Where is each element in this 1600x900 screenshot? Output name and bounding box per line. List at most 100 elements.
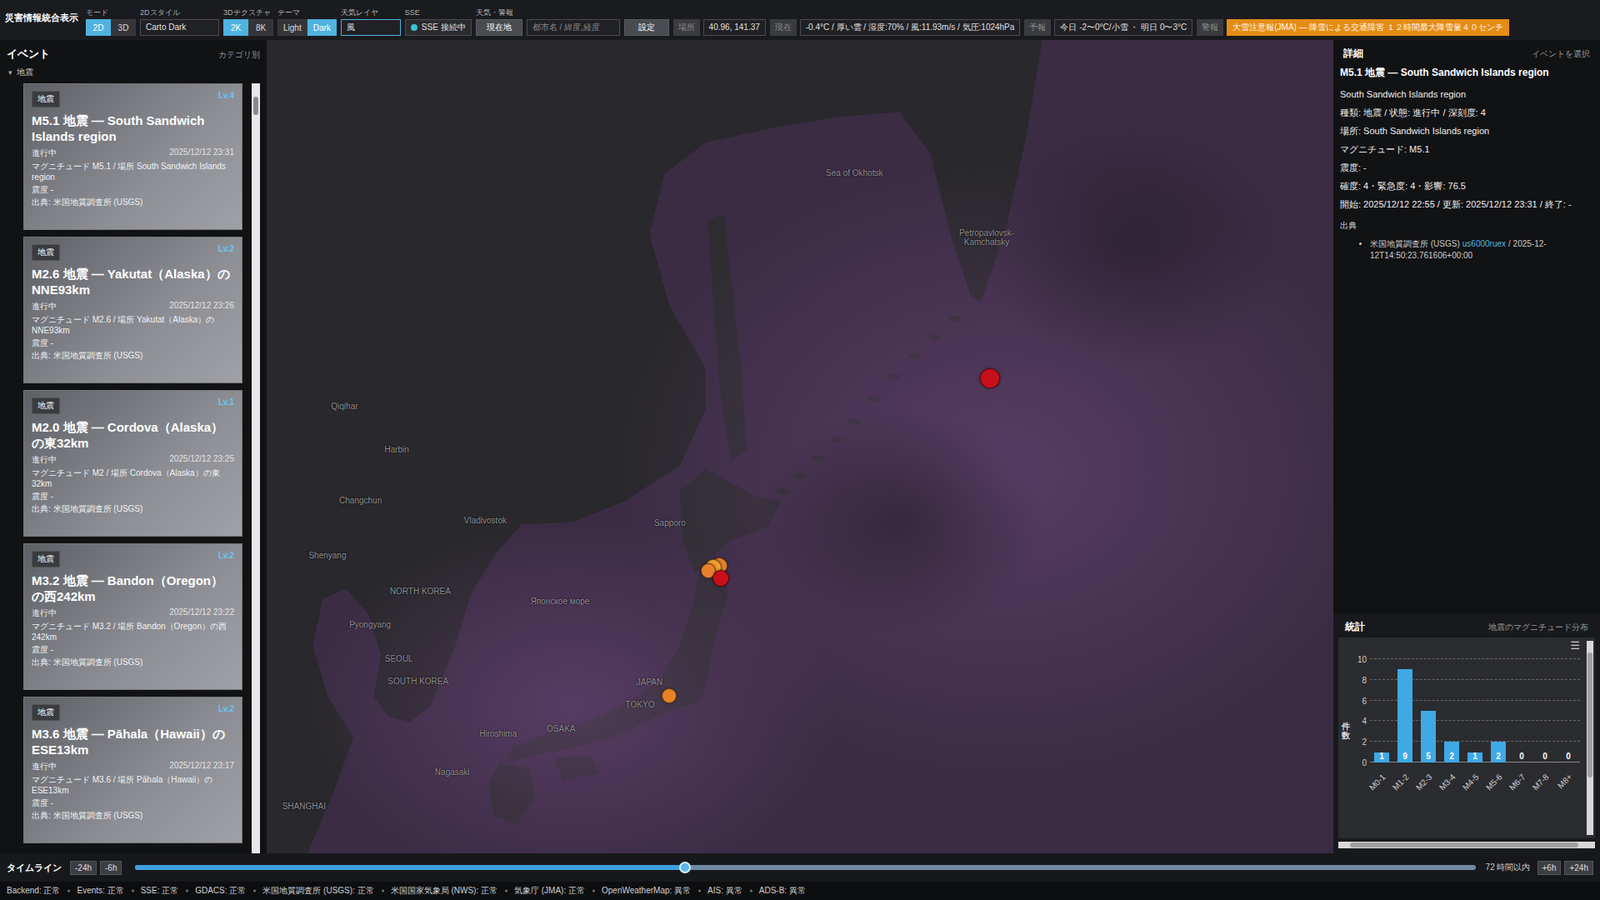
source-item: 米国地質調査所 (USGS)us6000ruex/ 2025-12-12T14:… — [1370, 238, 1597, 262]
bar-value: 0 — [1542, 751, 1548, 761]
field-value: -0.4°C / 厚い雲 / 湿度:70% / 風:11.93m/s / 気圧:… — [800, 19, 1021, 36]
event-panel-title: イベント — [6, 46, 50, 62]
status-bar: Backend: 正常Events: 正常SSE: 正常GDACS: 正常米国地… — [0, 881, 1600, 900]
event-source: 出典: 米国地質調査所 (USGS) — [31, 656, 235, 668]
level-badge: Lv.2 — [218, 704, 235, 714]
map-place-label: Petropavlovsk-Kamchatsky — [949, 228, 1025, 247]
source-name: 米国地質調査所 (USGS) — [1370, 239, 1460, 249]
weather-field: 場所40.96, 141.37 — [673, 19, 766, 36]
scroll-thumb[interactable] — [1587, 652, 1593, 778]
y-tick: 10 — [1357, 655, 1367, 665]
level-badge: Lv.2 — [218, 244, 235, 254]
field-value: 大雪注意報(JMA) — 降雪による交通障害 １２時間最大降雪量４０センチ — [1226, 19, 1510, 36]
map-place-label: SEOUL — [385, 653, 414, 663]
event-card[interactable]: 地震Lv.4M5.1 地震 — South Sandwich Islands r… — [23, 83, 243, 230]
grouping-label[interactable]: カテゴリ別 — [218, 49, 260, 61]
city-search-input[interactable]: 都市名 / 緯度,経度 — [526, 19, 620, 36]
bar-series: 195212000 — [1370, 659, 1580, 763]
event-card[interactable]: 地震Lv.2M2.6 地震 — Yakutat（Alaska）のNNE93km進… — [23, 236, 243, 384]
bar[interactable]: 1 — [1467, 752, 1482, 763]
plot-column: 195212000M0-1M1-2M2-3M3-4M4-5M5-6M6-7M7-… — [1370, 655, 1580, 839]
field-value: 40.96, 141.37 — [703, 19, 766, 36]
x-tick: M3-4 — [1440, 762, 1464, 796]
event-card[interactable]: 地震Lv.2M3.6 地震 — Pāhala（Hawaii）のESE13km進行… — [23, 696, 243, 844]
slider-fill — [135, 865, 685, 870]
slider-thumb[interactable] — [679, 861, 691, 874]
timeline-back-button[interactable]: -24h — [70, 860, 97, 875]
bar-value: 5 — [1420, 751, 1435, 761]
weather-field: 予報今日 -2〜0°C/小雪 ・ 明日 0〜3°C — [1024, 19, 1193, 36]
chart-container: ☰件数0246810195212000M0-1M1-2M2-3M3-4M4-5M… — [1338, 637, 1595, 839]
toggle-option[interactable]: Light — [277, 19, 308, 36]
locate-button[interactable]: 現在地 — [475, 19, 523, 36]
toggle-option[interactable]: 8K — [248, 19, 274, 36]
bar-slot: 2 — [1486, 659, 1510, 763]
toggle-option[interactable]: 2K — [223, 19, 249, 36]
bar-slot: 0 — [1510, 659, 1534, 763]
event-intensity: 震度 - — [31, 644, 235, 655]
scroll-thumb[interactable] — [253, 96, 259, 115]
bar[interactable]: 9 — [1397, 669, 1412, 763]
map-place-label: Qiqihar — [330, 401, 358, 411]
sse-text: SSE 接続中 — [421, 20, 466, 35]
map-view[interactable]: Sea of OkhotskPetropavlovsk-KamchatskyQi… — [266, 40, 1334, 854]
style-select[interactable]: Carto Dark — [140, 19, 220, 36]
event-status: 進行中 — [31, 300, 57, 313]
timeline-back-button[interactable]: -6h — [100, 860, 122, 875]
category-toggle[interactable]: ▾地震 — [0, 65, 267, 84]
event-card[interactable]: 地震Lv.1M2.0 地震 — Cordova（Alaska）の東32km進行中… — [23, 390, 243, 537]
top-bar: 災害情報統合表示モード2D3D2DスタイルCarto Dark3Dテクスチャ2K… — [0, 0, 1600, 40]
timeline-forward-button[interactable]: +24h — [1564, 860, 1594, 875]
toggle-group: LightDark — [277, 19, 337, 36]
quake-marker[interactable] — [712, 570, 730, 587]
quake-marker[interactable] — [661, 688, 677, 704]
toggle-option[interactable]: 3D — [110, 19, 136, 36]
chart-scrollbar[interactable] — [1586, 640, 1594, 835]
event-title: M2.6 地震 — Yakutat（Alaska）のNNE93km — [31, 265, 235, 298]
timeline-forward-button[interactable]: +6h — [1537, 860, 1562, 875]
status-item: Backend: 正常 — [6, 885, 60, 897]
bar[interactable]: 2 — [1490, 741, 1505, 763]
event-source: 出典: 米国地質調査所 (USGS) — [31, 350, 235, 361]
field-label: 現在 — [770, 19, 797, 36]
bar-value: 1 — [1467, 751, 1482, 761]
bar-value: 9 — [1397, 751, 1412, 761]
chart-menu-icon[interactable]: ☰ — [1570, 639, 1580, 652]
weather-label: 天気・警報 — [475, 8, 523, 18]
card-header: 地震Lv.1 — [31, 397, 235, 415]
bar[interactable]: 2 — [1444, 741, 1459, 763]
map-place-label: OSAKA — [546, 723, 575, 733]
set-button[interactable]: 設定 — [624, 19, 670, 36]
weather-field: 警報大雪注意報(JMA) — 降雪による交通障害 １２時間最大降雪量４０センチ — [1196, 19, 1510, 36]
y-tick: 2 — [1361, 737, 1367, 747]
caret-icon: ▾ — [8, 68, 13, 77]
toolbar-control: モード2D3D — [85, 8, 136, 36]
source-link[interactable]: us6000ruex — [1462, 239, 1506, 249]
list-scrollbar[interactable] — [251, 83, 260, 854]
timeline-bar: タイムライン-24h-6h72 時間以内+6h+24h — [0, 853, 1600, 882]
event-intensity: 震度 - — [31, 490, 235, 502]
event-card[interactable]: 地震Lv.2M3.2 地震 — Bandon（Oregon）の西242km進行中… — [23, 543, 243, 690]
quake-marker[interactable] — [980, 368, 1000, 389]
map-place-label: JAPAN — [636, 677, 664, 687]
x-tick: M8+ — [1556, 762, 1580, 796]
bar[interactable]: 1 — [1374, 752, 1389, 763]
control-label: 天気レイヤ — [340, 8, 401, 18]
chart-h-scrollbar[interactable] — [1338, 841, 1595, 849]
toggle-option[interactable]: Dark — [307, 19, 337, 36]
detail-heading: M5.1 地震 — South Sandwich Islands region — [1336, 64, 1597, 85]
status-item: 米国国家気象局 (NWS): 正常 — [390, 885, 498, 897]
main-area: イベント カテゴリ別 ▾地震地震Lv.4M5.1 地震 — South Sandwi… — [0, 40, 1600, 854]
toggle-group: 2K8K — [223, 19, 274, 36]
toolbar-control: 2DスタイルCarto Dark — [140, 8, 220, 36]
plot-area: 195212000 — [1370, 659, 1580, 763]
scroll-thumb[interactable] — [1350, 842, 1579, 848]
bar[interactable]: 5 — [1420, 710, 1435, 763]
x-tick: M5-6 — [1486, 762, 1510, 796]
timeline-slider[interactable] — [135, 865, 1475, 870]
weather-layer-input[interactable]: 風 — [340, 19, 401, 36]
bar-value: 0 — [1519, 751, 1525, 761]
toggle-option[interactable]: 2D — [85, 19, 111, 36]
detail-line: 開始: 2025/12/12 22:55 / 更新: 2025/12/12 23… — [1336, 195, 1597, 214]
bar-slot: 9 — [1393, 659, 1417, 763]
